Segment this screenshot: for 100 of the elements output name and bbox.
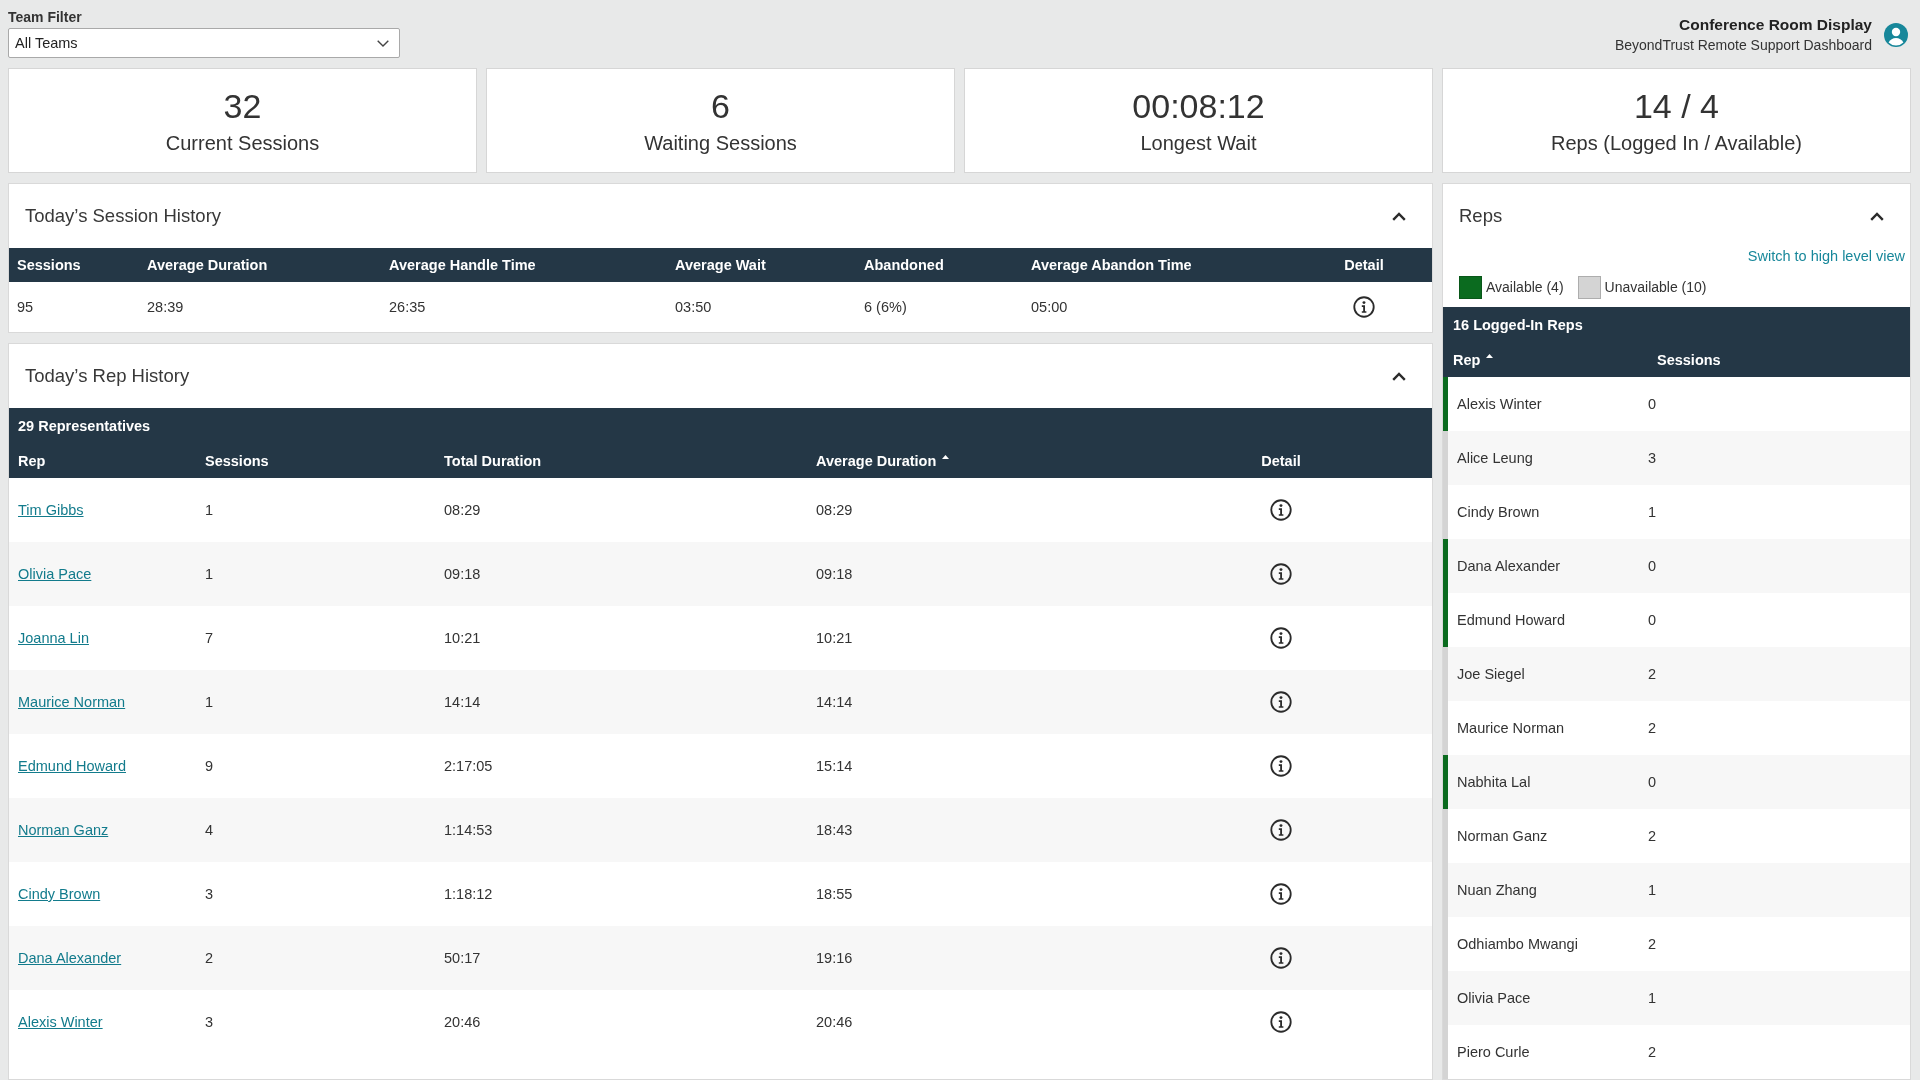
panel-title: Today’s Rep History — [25, 365, 190, 387]
panel-title: Reps — [1459, 205, 1503, 227]
rep-link[interactable]: Joanna Lin — [18, 630, 89, 646]
legend-label: Unavailable (10) — [1604, 279, 1707, 295]
table-cell: 6 (6%) — [864, 299, 907, 315]
chevron-up-icon[interactable] — [1392, 211, 1406, 221]
table-caption: 16 Logged-In Reps — [1453, 316, 1583, 333]
table-caption: 29 Representatives — [18, 417, 151, 434]
info-icon[interactable] — [1270, 819, 1292, 841]
stat-value: 32 — [223, 86, 262, 126]
column-header[interactable]: Sessions — [1657, 351, 1721, 368]
user-icon[interactable] — [1884, 23, 1908, 47]
table-cell: 26:35 — [389, 299, 426, 315]
column-header: Average Abandon Time — [1031, 257, 1192, 273]
table-cell: 05:00 — [1031, 299, 1068, 315]
table-cell: 9 — [205, 758, 214, 774]
rep-link[interactable]: Edmund Howard — [18, 758, 126, 774]
display-title: Conference Room Display — [1679, 14, 1872, 35]
table-cell: 0 — [1648, 612, 1657, 628]
column-header: Abandoned — [864, 257, 944, 273]
table-cell: Edmund Howard — [1457, 612, 1565, 628]
table-cell: Cindy Brown — [1457, 504, 1540, 520]
table-cell: 20:46 — [816, 1014, 853, 1030]
table-cell: Nabhita Lal — [1457, 774, 1531, 790]
filter-label: Team Filter — [8, 8, 82, 26]
table-cell: 09:18 — [444, 566, 481, 582]
info-icon[interactable] — [1270, 627, 1292, 649]
table-cell: Norman Ganz — [1457, 828, 1548, 844]
info-icon[interactable] — [1270, 1011, 1292, 1033]
table-cell: 14:14 — [816, 694, 853, 710]
rep-link[interactable]: Norman Ganz — [18, 822, 109, 838]
column-header: Average Wait — [675, 257, 766, 273]
column-header: Average Duration — [147, 257, 268, 273]
table-cell: 14:14 — [444, 694, 481, 710]
stat-label: Current Sessions — [165, 131, 320, 156]
table-cell: 0 — [1648, 774, 1657, 790]
info-icon[interactable] — [1270, 883, 1292, 905]
table-cell: 19:16 — [816, 950, 853, 966]
table-cell: 15:14 — [816, 758, 853, 774]
table-cell: 1 — [205, 566, 214, 582]
panel-title: Today’s Session History — [25, 205, 222, 227]
team-filter-select[interactable]: All Teams — [8, 28, 400, 58]
table-cell: 1 — [1648, 882, 1657, 898]
column-header[interactable]: Rep — [1453, 351, 1494, 368]
table-cell: 20:46 — [444, 1014, 481, 1030]
table-cell: 10:21 — [444, 630, 481, 646]
table-cell: 08:29 — [816, 502, 853, 518]
table-cell: 95 — [17, 299, 34, 315]
table-cell: 2 — [1648, 720, 1657, 736]
rep-link[interactable]: Maurice Norman — [18, 694, 126, 710]
rep-link[interactable]: Alexis Winter — [18, 1014, 103, 1030]
stat-label: Longest Wait — [1140, 131, 1257, 156]
table-cell: 3 — [205, 1014, 214, 1030]
sort-caret-icon — [1486, 354, 1494, 358]
table-cell: Alexis Winter — [1457, 396, 1542, 412]
stat-label: Waiting Sessions — [644, 131, 797, 156]
rep-link[interactable]: Cindy Brown — [18, 886, 101, 902]
table-cell: 2 — [1648, 828, 1657, 844]
table-cell: Piero Curle — [1457, 1044, 1530, 1060]
rep-link[interactable]: Dana Alexander — [18, 950, 122, 966]
stat-label: Reps (Logged In / Available) — [1551, 131, 1802, 156]
column-header[interactable]: Rep — [18, 452, 46, 469]
column-header[interactable]: Total Duration — [444, 452, 542, 469]
switch-view-link[interactable]: Switch to high level view — [1747, 248, 1905, 268]
stat-value: 6 — [711, 86, 730, 126]
info-icon[interactable] — [1270, 755, 1292, 777]
chevron-up-icon[interactable] — [1870, 211, 1884, 221]
chevron-down-icon — [377, 39, 389, 47]
column-header: Detail — [1344, 257, 1384, 273]
table-cell: 2 — [1648, 936, 1657, 952]
column-header: Detail — [1261, 452, 1301, 469]
column-header[interactable]: Sessions — [205, 452, 269, 469]
info-icon[interactable] — [1353, 296, 1375, 318]
legend-label: Available (4) — [1486, 279, 1564, 295]
info-icon[interactable] — [1270, 499, 1292, 521]
table-cell: 3 — [1648, 450, 1657, 466]
info-icon[interactable] — [1270, 563, 1292, 585]
chevron-up-icon[interactable] — [1392, 371, 1406, 381]
table-cell: 3 — [205, 886, 214, 902]
table-cell: 7 — [205, 630, 214, 646]
table-cell: 1 — [205, 502, 214, 518]
column-header: Average Handle Time — [389, 257, 536, 273]
table-cell: 1 — [1648, 504, 1657, 520]
table-cell: 2 — [205, 950, 214, 966]
table-cell: 2:17:05 — [444, 758, 493, 774]
info-icon[interactable] — [1270, 947, 1292, 969]
table-cell: Maurice Norman — [1457, 720, 1565, 736]
stat-value: 14 / 4 — [1633, 86, 1720, 126]
table-cell: Alice Leung — [1457, 450, 1533, 466]
table-cell: Dana Alexander — [1457, 558, 1561, 574]
info-icon[interactable] — [1270, 691, 1292, 713]
table-cell: 10:21 — [816, 630, 853, 646]
column-header[interactable]: Average Duration — [816, 452, 950, 469]
table-cell: 18:43 — [816, 822, 853, 838]
table-cell: 09:18 — [816, 566, 853, 582]
rep-link[interactable]: Tim Gibbs — [18, 502, 84, 518]
table-cell: 0 — [1648, 558, 1657, 574]
rep-link[interactable]: Olivia Pace — [18, 566, 92, 582]
table-cell: Olivia Pace — [1457, 990, 1531, 1006]
display-subtitle: BeyondTrust Remote Support Dashboard — [1614, 35, 1872, 55]
